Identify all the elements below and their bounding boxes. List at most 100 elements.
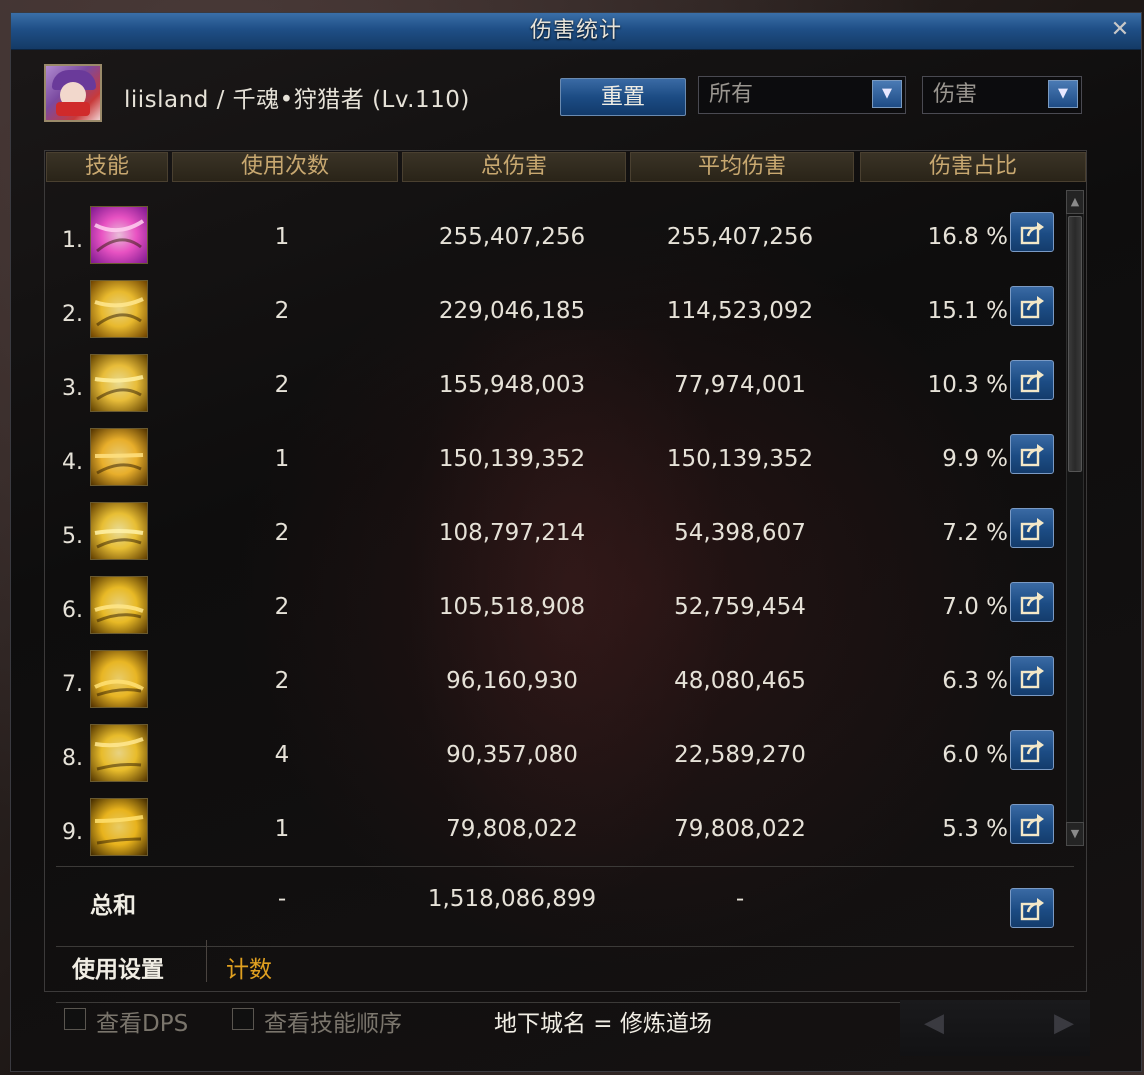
tab-usage-settings[interactable]: 使用设置 xyxy=(72,950,164,984)
row-total-damage: 108,797,214 xyxy=(438,520,586,546)
row-total-damage: 96,160,930 xyxy=(446,668,578,694)
row-uses: 2 xyxy=(274,520,290,546)
column-header-total-damage: 总伤害 xyxy=(402,152,626,182)
row-share-button[interactable] xyxy=(1010,286,1054,326)
row-rank: 2. xyxy=(62,302,83,327)
skill-icon[interactable] xyxy=(90,502,148,560)
row-total-damage: 90,357,080 xyxy=(446,742,578,768)
row-share-button[interactable] xyxy=(1010,582,1054,622)
share-icon xyxy=(1020,814,1044,837)
row-share-button[interactable] xyxy=(1010,804,1054,844)
divider xyxy=(56,866,1074,867)
row-share-button[interactable] xyxy=(1010,434,1054,474)
row-uses: 1 xyxy=(274,446,290,472)
summary-average-damage: - xyxy=(735,886,745,912)
row-rank: 7. xyxy=(62,672,83,697)
window-title: 伤害统计 xyxy=(529,18,622,43)
scroll-down-icon[interactable]: ▼ xyxy=(1066,822,1084,846)
row-damage-share: 6.0 % xyxy=(942,742,1008,768)
skill-icon[interactable] xyxy=(90,576,148,634)
view-dps-label[interactable]: 查看DPS xyxy=(96,1004,188,1038)
scroll-up-icon[interactable]: ▲ xyxy=(1066,190,1084,214)
row-average-damage: 22,589,270 xyxy=(674,742,806,768)
row-share-button[interactable] xyxy=(1010,508,1054,548)
prev-arrow-icon[interactable]: ◀ xyxy=(924,1008,944,1038)
dungeon-name: 地下城名 = 修炼道场 xyxy=(494,1011,712,1037)
row-uses: 1 xyxy=(274,224,290,250)
row-average-damage: 48,080,465 xyxy=(674,668,806,694)
filter-dropdown[interactable]: 所有 ▼ xyxy=(698,76,906,114)
share-icon xyxy=(1020,444,1044,467)
filter-dropdown-value: 所有 xyxy=(709,82,754,107)
row-total-damage: 105,518,908 xyxy=(438,594,586,620)
row-uses: 2 xyxy=(274,298,290,324)
summary-label: 总和 xyxy=(90,893,136,919)
view-skill-order-label[interactable]: 查看技能顺序 xyxy=(264,1004,402,1038)
row-rank: 5. xyxy=(62,524,83,549)
skill-icon[interactable] xyxy=(90,650,148,708)
row-rank: 6. xyxy=(62,598,83,623)
row-total-damage: 79,808,022 xyxy=(446,816,578,842)
row-total-damage: 229,046,185 xyxy=(438,298,586,324)
row-average-damage: 255,407,256 xyxy=(666,224,814,250)
close-icon[interactable]: ✕ xyxy=(1107,17,1133,43)
skill-icon[interactable] xyxy=(90,724,148,782)
row-rank: 1. xyxy=(62,228,83,253)
row-damage-share: 5.3 % xyxy=(942,816,1008,842)
row-damage-share: 6.3 % xyxy=(942,668,1008,694)
table-row: 1. 1 255,407,256 255,407,256 16.8 % xyxy=(0,200,1132,274)
row-damage-share: 10.3 % xyxy=(927,372,1008,398)
skill-icon[interactable] xyxy=(90,428,148,486)
row-average-damage: 114,523,092 xyxy=(666,298,814,324)
metric-dropdown[interactable]: 伤害 ▼ xyxy=(922,76,1082,114)
row-uses: 1 xyxy=(274,816,290,842)
row-rank: 8. xyxy=(62,746,83,771)
row-total-damage: 155,948,003 xyxy=(438,372,586,398)
row-damage-share: 7.0 % xyxy=(942,594,1008,620)
reset-button[interactable]: 重置 xyxy=(560,78,686,116)
row-share-button[interactable] xyxy=(1010,212,1054,252)
player-name: liisland / 千魂•狩猎者 (Lv.110) xyxy=(124,87,470,113)
scrollbar-thumb[interactable] xyxy=(1068,216,1082,472)
skill-icon[interactable] xyxy=(90,354,148,412)
skill-icon[interactable] xyxy=(90,206,148,264)
column-header-skill: 技能 xyxy=(46,152,168,182)
chevron-down-icon[interactable]: ▼ xyxy=(1048,80,1078,108)
row-average-damage: 150,139,352 xyxy=(666,446,814,472)
row-uses: 4 xyxy=(274,742,290,768)
tab-separator xyxy=(206,940,207,982)
next-arrow-icon[interactable]: ▶ xyxy=(1054,1008,1074,1038)
share-icon xyxy=(1020,518,1044,541)
row-average-damage: 79,808,022 xyxy=(674,816,806,842)
row-share-button[interactable] xyxy=(1010,360,1054,400)
row-damage-share: 15.1 % xyxy=(927,298,1008,324)
table-row: 9. 1 79,808,022 79,808,022 5.3 % xyxy=(0,792,1132,866)
row-rank: 9. xyxy=(62,820,83,845)
row-total-damage: 255,407,256 xyxy=(438,224,586,250)
row-rank: 4. xyxy=(62,450,83,475)
tab-count[interactable]: 计数 xyxy=(226,950,272,984)
table-row: 6. 2 105,518,908 52,759,454 7.0 % xyxy=(0,570,1132,644)
table-row: 8. 4 90,357,080 22,589,270 6.0 % xyxy=(0,718,1132,792)
table-row: 2. 2 229,046,185 114,523,092 15.1 % xyxy=(0,274,1132,348)
chevron-down-icon[interactable]: ▼ xyxy=(872,80,902,108)
page-navigation: ◀ ▶ xyxy=(900,1000,1090,1056)
row-share-button[interactable] xyxy=(1010,730,1054,770)
column-header-damage-share: 伤害占比 xyxy=(860,152,1086,182)
view-dps-checkbox[interactable] xyxy=(64,1008,86,1030)
row-share-button[interactable] xyxy=(1010,656,1054,696)
row-average-damage: 54,398,607 xyxy=(674,520,806,546)
summary-share-button[interactable] xyxy=(1010,888,1054,928)
summary-uses: - xyxy=(277,886,287,912)
title-bar[interactable]: 伤害统计 ✕ xyxy=(11,13,1141,50)
skill-icon[interactable] xyxy=(90,798,148,856)
row-damage-share: 9.9 % xyxy=(942,446,1008,472)
share-icon xyxy=(1020,898,1044,921)
share-icon xyxy=(1020,666,1044,689)
avatar xyxy=(44,64,102,122)
share-icon xyxy=(1020,222,1044,245)
view-skill-order-checkbox[interactable] xyxy=(232,1008,254,1030)
row-damage-share: 7.2 % xyxy=(942,520,1008,546)
skill-icon[interactable] xyxy=(90,280,148,338)
share-icon xyxy=(1020,592,1044,615)
